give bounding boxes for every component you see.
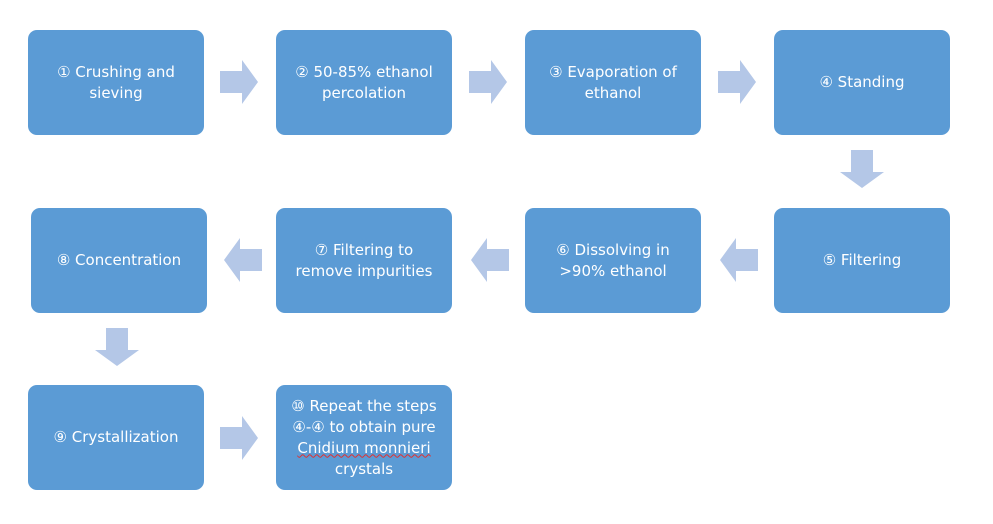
step-1-box: ① Crushing and sieving (28, 30, 204, 135)
right-arrow-icon (718, 60, 756, 104)
step-2-box: ② 50-85% ethanol percolation (276, 30, 452, 135)
left-arrow-icon (224, 238, 262, 282)
down-arrow-icon (95, 328, 139, 366)
step-2-label: ② 50-85% ethanol percolation (295, 62, 433, 102)
step-7-label: ⑦ Filtering to remove impurities (295, 240, 433, 280)
step-3-box: ③ Evaporation of ethanol (525, 30, 701, 135)
step-9-label: ⑨ Crystallization (53, 428, 179, 446)
step-6-box: ⑥ Dissolving in >90% ethanol (525, 208, 701, 313)
left-arrow-icon (720, 238, 758, 282)
step-4-box: ④ Standing (774, 30, 950, 135)
right-arrow-icon (220, 416, 258, 460)
step-1-label: ① Crushing and sieving (57, 62, 175, 102)
step-10-species: Cnidium monnieri (297, 438, 431, 457)
right-arrow-icon (220, 60, 258, 104)
down-arrow-icon (840, 150, 884, 188)
step-6-label: ⑥ Dissolving in >90% ethanol (556, 240, 670, 280)
step-5-label: ⑤ Filtering (822, 251, 902, 269)
step-10-label-end: crystals (334, 459, 394, 478)
step-10-box: ⑩ Repeat the steps ④-④ to obtain pure Cn… (276, 385, 452, 490)
step-10-label: ⑩ Repeat the steps ④-④ to obtain pure (291, 396, 437, 436)
right-arrow-icon (469, 60, 507, 104)
step-3-label: ③ Evaporation of ethanol (549, 62, 677, 102)
left-arrow-icon (471, 238, 509, 282)
step-5-box: ⑤ Filtering (774, 208, 950, 313)
step-9-box: ⑨ Crystallization (28, 385, 204, 490)
step-7-box: ⑦ Filtering to remove impurities (276, 208, 452, 313)
step-8-box: ⑧ Concentration (31, 208, 207, 313)
step-4-label: ④ Standing (819, 73, 905, 91)
step-8-label: ⑧ Concentration (56, 251, 182, 269)
process-flow-diagram: ① Crushing and sieving ② 50-85% ethanol … (0, 0, 993, 524)
